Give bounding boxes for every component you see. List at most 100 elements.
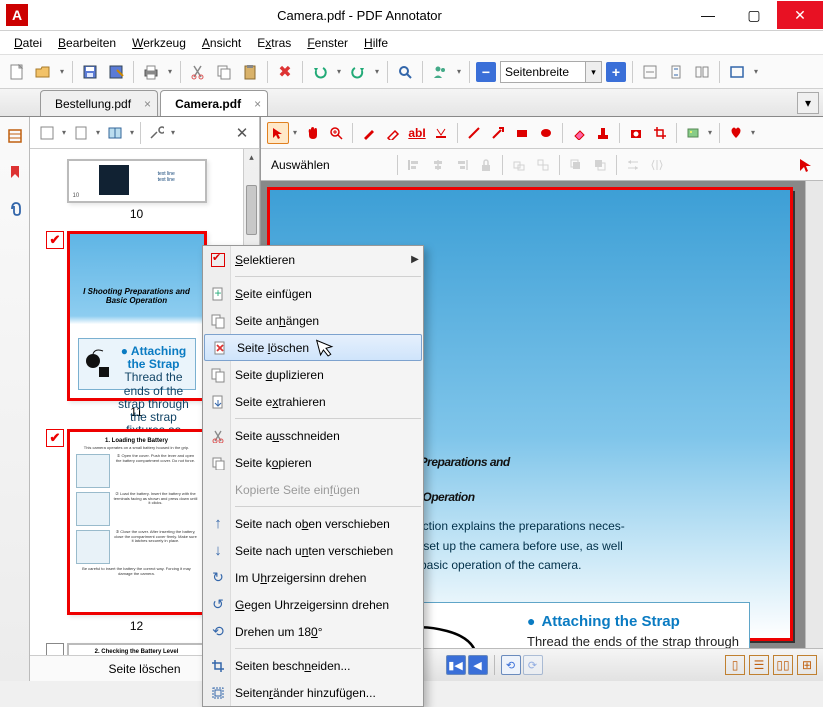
close-button[interactable]: ✕ [777, 1, 823, 29]
menu-bearbeiten[interactable]: Bearbeiten [52, 34, 122, 52]
ctx-beschneiden[interactable]: Seiten beschneiden... [203, 652, 423, 679]
rect-tool-icon[interactable] [511, 122, 533, 144]
people-dropdown[interactable]: ▾ [455, 67, 463, 76]
redo-icon[interactable] [347, 61, 369, 83]
ctx-nach-oben[interactable]: ↑ Seite nach oben verschieben [203, 510, 423, 537]
crop-tool-icon[interactable] [649, 122, 671, 144]
paste-icon[interactable] [239, 61, 261, 83]
pen-tool-icon[interactable] [358, 122, 380, 144]
maximize-button[interactable]: ▢ [731, 1, 777, 29]
ctx-seite-einfuegen[interactable]: + Seite einfügen [203, 280, 423, 307]
view-single-icon[interactable]: ▯ [725, 655, 745, 675]
group-icon[interactable] [508, 154, 530, 176]
page-checkbox[interactable]: ✔ [46, 231, 64, 249]
menu-hilfe[interactable]: Hilfe [358, 34, 394, 52]
zoom-minus[interactable]: − [476, 62, 496, 82]
stamp-tool-icon[interactable] [592, 122, 614, 144]
undo-dropdown[interactable]: ▾ [335, 67, 343, 76]
camera-tool-icon[interactable] [625, 122, 647, 144]
print-icon[interactable] [140, 61, 162, 83]
ctx-seite-anhaengen[interactable]: Seite anhängen [203, 307, 423, 334]
people-icon[interactable] [429, 61, 451, 83]
marker-tool-icon[interactable] [382, 122, 404, 144]
send-back-icon[interactable] [589, 154, 611, 176]
line-underline-icon[interactable] [430, 122, 452, 144]
thumb-close-icon[interactable]: ✕ [231, 122, 253, 144]
new-icon[interactable] [6, 61, 28, 83]
menu-ansicht[interactable]: Ansicht [196, 34, 247, 52]
thumb-page-icon[interactable] [70, 122, 92, 144]
pan-tool-icon[interactable] [301, 122, 323, 144]
flip-h-icon[interactable] [622, 154, 644, 176]
open-dropdown[interactable]: ▾ [58, 67, 66, 76]
tab-close-icon[interactable]: × [144, 97, 151, 111]
big-pointer-icon[interactable] [795, 154, 817, 176]
twopage-icon[interactable] [691, 61, 713, 83]
align-right-icon[interactable] [451, 154, 473, 176]
fullscreen-icon[interactable] [726, 61, 748, 83]
menu-extras[interactable]: Extras [251, 34, 297, 52]
line-tool-icon[interactable] [463, 122, 485, 144]
nav-back-icon[interactable]: ⟲ [501, 655, 521, 675]
doc-vscrollbar[interactable] [805, 181, 823, 648]
ctx-seite-loeschen[interactable]: Seite löschen [204, 334, 422, 361]
ctx-nach-unten[interactable]: ↓ Seite nach unten verschieben [203, 537, 423, 564]
nav-fwd-icon[interactable]: ⟳ [523, 655, 543, 675]
page-checkbox[interactable]: ✔ [46, 429, 64, 447]
redo-dropdown[interactable]: ▾ [373, 67, 381, 76]
sidebar-thumbnails-icon[interactable] [4, 125, 26, 147]
undo-icon[interactable] [309, 61, 331, 83]
nav-first-icon[interactable]: ▮◀ [446, 655, 466, 675]
zoom-dropdown[interactable]: ▾ [585, 62, 601, 82]
flip-v-icon[interactable] [646, 154, 668, 176]
bring-front-icon[interactable] [565, 154, 587, 176]
thumb-book-icon[interactable] [104, 122, 126, 144]
cut-icon[interactable] [187, 61, 209, 83]
ctx-selektieren[interactable]: Selektieren ▶ [203, 246, 423, 273]
ctx-seite-duplizieren[interactable]: Seite duplizieren [203, 361, 423, 388]
minimize-button[interactable]: — [685, 1, 731, 29]
view-two-icon[interactable]: ▯▯ [773, 655, 793, 675]
fullscreen-dropdown[interactable]: ▾ [752, 67, 760, 76]
ctx-im-uhr[interactable]: ↻ Im Uhrzeigersinn drehen [203, 564, 423, 591]
menu-datei[interactable]: Datei [8, 34, 48, 52]
zoom-select[interactable]: ▾ [500, 61, 602, 83]
open-icon[interactable] [32, 61, 54, 83]
zoom-tool-icon[interactable] [325, 122, 347, 144]
ctx-raender[interactable]: Seitenränder hinzufügen... [203, 679, 423, 706]
fitpage-icon[interactable] [665, 61, 687, 83]
nav-prev-icon[interactable]: ◀ [468, 655, 488, 675]
zoom-plus[interactable]: + [606, 62, 626, 82]
menu-werkzeug[interactable]: Werkzeug [126, 34, 192, 52]
save-icon[interactable] [79, 61, 101, 83]
image-tool-icon[interactable] [682, 122, 704, 144]
eraser-tool-icon[interactable] [568, 122, 590, 144]
arrow-tool-icon[interactable] [487, 122, 509, 144]
thumb-tools-icon[interactable] [145, 122, 167, 144]
saveas-icon[interactable] [105, 61, 127, 83]
ctx-seite-ausschneiden[interactable]: Seite ausschneiden [203, 422, 423, 449]
tab-overflow[interactable]: ▾ [797, 92, 819, 114]
fitwidth-icon[interactable] [639, 61, 661, 83]
pointer-tool-icon[interactable] [267, 122, 289, 144]
delete-icon[interactable]: ✖ [274, 61, 296, 83]
lock-icon[interactable] [475, 154, 497, 176]
ctx-seite-extrahieren[interactable]: Seite extrahieren [203, 388, 423, 415]
page-checkbox[interactable]: ✔ [46, 643, 64, 655]
tab-bestellung[interactable]: Bestellung.pdf × [40, 90, 158, 116]
align-left-icon[interactable] [403, 154, 425, 176]
thumb-page-10[interactable]: text line text line 10 10 [40, 159, 233, 221]
favorite-tool-icon[interactable] [725, 122, 747, 144]
sidebar-bookmarks-icon[interactable] [4, 161, 26, 183]
search-icon[interactable] [394, 61, 416, 83]
tab-close-icon[interactable]: × [254, 97, 261, 111]
text-tool-icon[interactable]: abI [406, 122, 428, 144]
ctx-seite-kopieren[interactable]: Seite kopieren [203, 449, 423, 476]
copy-icon[interactable] [213, 61, 235, 83]
tab-camera[interactable]: Camera.pdf × [160, 90, 268, 116]
align-center-icon[interactable] [427, 154, 449, 176]
menu-fenster[interactable]: Fenster [301, 34, 354, 52]
ellipse-tool-icon[interactable] [535, 122, 557, 144]
ctx-drehen-180[interactable]: ⟲ Drehen um 180° [203, 618, 423, 645]
view-twocontinuous-icon[interactable]: ⊞ [797, 655, 817, 675]
